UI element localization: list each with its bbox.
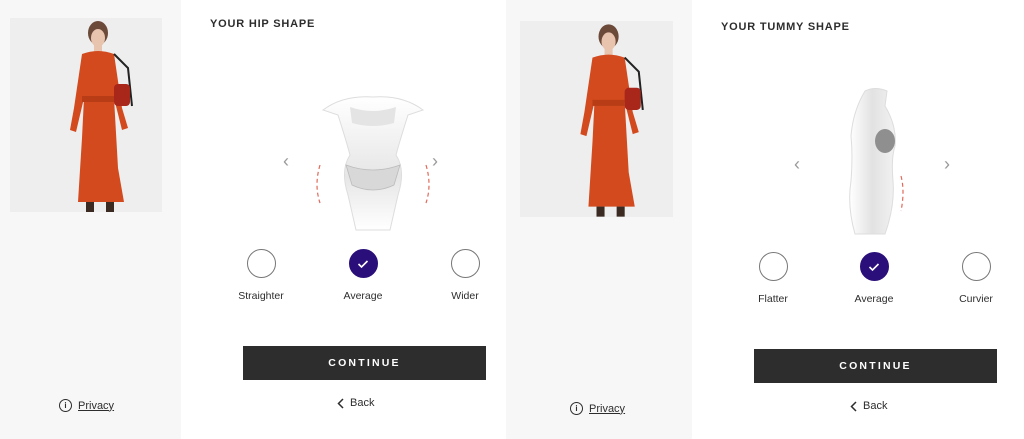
option-curvier[interactable]: Curvier	[931, 252, 1021, 305]
privacy-label[interactable]: Privacy	[78, 400, 114, 412]
option-average[interactable]: Average	[829, 252, 919, 305]
privacy-link[interactable]: i Privacy	[59, 399, 114, 412]
radio-circle-selected[interactable]	[348, 249, 378, 278]
back-button[interactable]: Back	[337, 397, 374, 409]
option-flatter[interactable]: Flatter	[728, 252, 818, 305]
product-image	[10, 18, 162, 212]
page-title: YOUR HIP SHAPE	[210, 18, 316, 30]
option-label: Flatter	[758, 293, 788, 305]
option-label: Average	[854, 293, 894, 305]
privacy-label[interactable]: Privacy	[589, 403, 625, 415]
front-body-figure-icon	[316, 96, 430, 231]
product-image	[520, 21, 673, 217]
option-average[interactable]: Average	[318, 249, 408, 302]
option-wider[interactable]: Wider	[420, 249, 510, 302]
product-panel-1: i Privacy	[0, 0, 181, 439]
checkmark-icon	[868, 262, 880, 271]
page-title: YOUR TUMMY SHAPE	[721, 21, 850, 33]
prev-arrow-icon[interactable]: ‹	[283, 152, 289, 170]
chevron-left-icon	[850, 400, 857, 412]
checkmark-icon	[357, 259, 369, 268]
radio-circle[interactable]	[961, 252, 991, 281]
radio-circle[interactable]	[450, 249, 480, 278]
option-label: Curvier	[959, 293, 993, 305]
back-label: Back	[350, 397, 375, 409]
model-in-red-dress-image	[520, 21, 673, 217]
product-panel-2: i Privacy	[506, 0, 692, 439]
side-body-figure-icon	[849, 88, 904, 235]
chevron-left-icon	[337, 397, 344, 409]
hip-shape-panel: YOUR HIP SHAPE ‹ › Straighter Average Wi…	[181, 0, 506, 439]
info-icon: i	[570, 402, 583, 415]
back-button[interactable]: Back	[850, 400, 887, 412]
continue-button[interactable]: CONTINUE	[754, 349, 997, 383]
continue-button[interactable]: CONTINUE	[243, 346, 486, 380]
prev-arrow-icon[interactable]: ‹	[794, 155, 800, 173]
info-icon: i	[59, 399, 72, 412]
option-label: Straighter	[238, 290, 284, 302]
model-in-red-dress-image	[10, 18, 162, 212]
radio-circle-selected[interactable]	[859, 252, 889, 281]
next-arrow-icon[interactable]: ›	[944, 155, 950, 173]
option-label: Wider	[451, 290, 479, 302]
radio-circle[interactable]	[758, 252, 788, 281]
tummy-shape-panel: YOUR TUMMY SHAPE ‹ › Flatter Average Cur…	[692, 0, 1024, 439]
radio-circle[interactable]	[246, 249, 276, 278]
privacy-link[interactable]: i Privacy	[570, 402, 625, 415]
back-label: Back	[863, 400, 888, 412]
option-straighter[interactable]: Straighter	[216, 249, 306, 302]
option-label: Average	[343, 290, 383, 302]
